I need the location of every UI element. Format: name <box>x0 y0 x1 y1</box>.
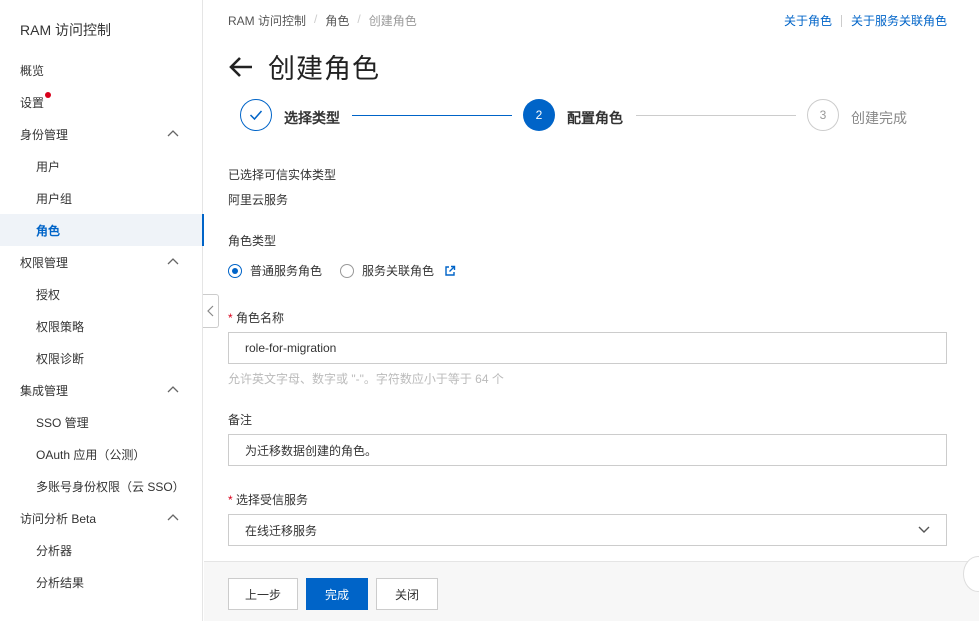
remark-input[interactable] <box>228 434 947 466</box>
radio-label[interactable]: 服务关联角色 <box>362 262 434 279</box>
sidebar-group-access-analysis[interactable]: 访问分析 Beta <box>0 502 203 534</box>
breadcrumb-current: 创建角色 <box>368 14 417 28</box>
sidebar-item-analysis-results[interactable]: 分析结果 <box>0 566 203 598</box>
role-name-input[interactable] <box>228 332 947 364</box>
external-link-icon[interactable] <box>444 265 456 277</box>
about-service-linked-roles-link[interactable]: 关于服务关联角色 <box>851 12 947 29</box>
sidebar-group-permissions[interactable]: 权限管理 <box>0 246 203 278</box>
step-2-circle: 2 <box>523 99 555 131</box>
sidebar: RAM 访问控制 概览 设置 身份管理 用户 用户组 角色 权限管理 授权 权限… <box>0 0 204 621</box>
step-1-label: 选择类型 <box>284 110 340 126</box>
step-1-circle <box>240 99 272 131</box>
sidebar-item-analyzer[interactable]: 分析器 <box>0 534 203 566</box>
brand-title: RAM 访问控制 <box>20 22 111 38</box>
chevron-up-icon <box>167 386 179 393</box>
page-title: 创建角色 <box>268 54 380 84</box>
step-3-label: 创建完成 <box>851 110 907 126</box>
arrow-left-icon[interactable] <box>228 54 254 80</box>
remark-label: 备注 <box>228 413 253 427</box>
step-connector <box>352 115 512 116</box>
radio-service-linked-role[interactable] <box>340 263 355 278</box>
previous-step-button[interactable]: 上一步 <box>228 578 298 610</box>
about-roles-link[interactable]: 关于角色 <box>784 12 832 29</box>
sidebar-item-roles[interactable]: 角色 <box>0 214 204 246</box>
main-content: RAM 访问控制 / 角色 / 创建角色 关于角色 关于服务关联角色 创建角色 … <box>204 0 979 621</box>
sidebar-item-diagnostics[interactable]: 权限诊断 <box>0 342 203 374</box>
footer-bar: 上一步 完成 关闭 <box>204 561 979 621</box>
finish-button[interactable]: 完成 <box>306 578 368 610</box>
chevron-down-icon <box>918 526 930 533</box>
chevron-up-icon <box>167 258 179 265</box>
role-type-radio-group: 普通服务角色 服务关联角色 <box>228 262 456 279</box>
notification-dot <box>45 92 52 98</box>
breadcrumb: RAM 访问控制 / 角色 / 创建角色 <box>228 12 417 29</box>
sidebar-item-settings[interactable]: 设置 <box>0 86 203 118</box>
role-name-label: 角色名称 <box>228 309 284 326</box>
sidebar-item-user-groups[interactable]: 用户组 <box>0 182 203 214</box>
radio-label[interactable]: 普通服务角色 <box>250 262 322 279</box>
page-header: 创建角色 <box>228 47 380 86</box>
trusted-service-select[interactable]: 在线迁移服务 <box>228 514 947 546</box>
trusted-service-label: 选择受信服务 <box>228 491 308 508</box>
trusted-entity-value: 阿里云服务 <box>228 193 289 207</box>
sidebar-item-users[interactable]: 用户 <box>0 150 203 182</box>
step-connector <box>636 115 796 116</box>
chevron-up-icon <box>167 130 179 137</box>
radio-normal-service-role[interactable] <box>228 263 242 278</box>
help-links: 关于角色 关于服务关联角色 <box>784 12 947 29</box>
sidebar-group-integration[interactable]: 集成管理 <box>0 374 203 406</box>
sidebar-item-policies[interactable]: 权限策略 <box>0 310 203 342</box>
stepper: 选择类型 2 配置角色 3 创建完成 <box>240 99 979 135</box>
check-icon <box>249 110 263 121</box>
close-button[interactable]: 关闭 <box>376 578 438 610</box>
step-3-circle: 3 <box>807 99 839 131</box>
role-name-hint: 允许英文字母、数字或 "-"。字符数应小于等于 64 个 <box>228 372 504 386</box>
select-value: 在线迁移服务 <box>245 523 318 538</box>
breadcrumb-item[interactable]: RAM 访问控制 <box>228 12 306 29</box>
sidebar-item-grants[interactable]: 授权 <box>0 278 203 310</box>
role-type-label: 角色类型 <box>228 234 277 248</box>
sidebar-item-cloud-sso[interactable]: 多账号身份权限（云 SSO） <box>0 470 203 502</box>
breadcrumb-item[interactable]: 角色 <box>325 12 349 29</box>
sidebar-item-oauth[interactable]: OAuth 应用（公测） <box>0 438 203 470</box>
chevron-up-icon <box>167 514 179 521</box>
sidebar-item-sso[interactable]: SSO 管理 <box>0 406 203 438</box>
sidebar-group-identity[interactable]: 身份管理 <box>0 118 203 150</box>
sidebar-item-overview[interactable]: 概览 <box>0 54 203 86</box>
step-2-label: 配置角色 <box>567 110 623 126</box>
trusted-entity-label: 已选择可信实体类型 <box>228 168 337 182</box>
